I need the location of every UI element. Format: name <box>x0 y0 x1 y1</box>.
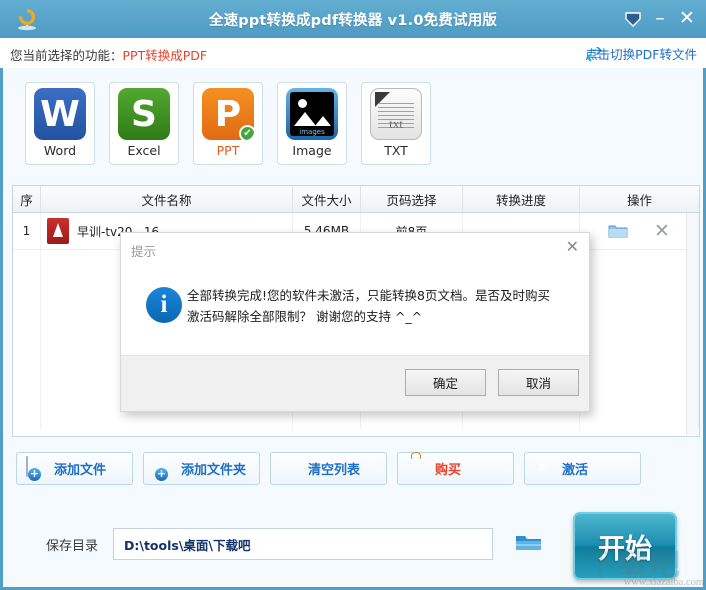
column-header-pages: 页码选择 <box>361 186 463 212</box>
column-header-actions: 操作 <box>626 192 652 208</box>
buy-button[interactable]: 购买 <box>397 452 514 485</box>
format-label-txt: TXT <box>384 143 408 158</box>
action-button-bar: + 添加文件 + 添加文件夹 清空列表 购买 激活 <box>16 452 641 485</box>
pdf-file-icon <box>47 218 69 244</box>
activate-label: 激活 <box>562 462 589 477</box>
column-header-filesize: 文件大小 <box>293 186 361 212</box>
delete-x-icon[interactable]: ✕ <box>654 222 670 241</box>
format-button-excel[interactable]: S Excel <box>109 82 179 165</box>
txt-icon: txt <box>370 88 422 140</box>
image-thumb: images <box>290 92 334 136</box>
dialog-ok-button[interactable]: 确定 <box>405 369 486 396</box>
excel-glyph: S <box>131 93 157 135</box>
excel-icon: S <box>118 88 170 140</box>
dialog-message: 全部转换完成!您的软件未激活，只能转换8页文档。是否及时购买激活码解除全部限制？… <box>187 288 550 324</box>
title-bar: 全速ppt转换成pdf转换器 v1.0免费试用版 – ✕ <box>0 0 706 39</box>
arrow-circle-icon <box>534 457 556 481</box>
switch-mode-link[interactable]: 点击切换PDF转文件 <box>585 44 697 63</box>
browse-folder-icon[interactable] <box>515 532 542 554</box>
sub-header: 您当前选择的功能：PPT转换成PDF 点击切换PDF转文件 <box>0 38 706 68</box>
format-button-word[interactable]: W Word <box>25 82 95 165</box>
add-file-icon: + <box>26 455 48 481</box>
format-label-image: Image <box>292 143 332 158</box>
activate-button[interactable]: 激活 <box>524 452 641 485</box>
table-header-row: 序 文件名称 文件大小 页码选择 转换进度 操作 <box>13 186 699 213</box>
info-circle-icon: i <box>146 287 182 323</box>
cell-actions: ✕ <box>580 213 699 249</box>
clear-list-label: 清空列表 <box>308 462 361 477</box>
column-header-filename: 文件名称 <box>41 186 293 212</box>
add-file-button[interactable]: + 添加文件 <box>16 452 133 485</box>
dialog-title: 提示 <box>131 244 157 259</box>
current-function-value: PPT转换成PDF <box>122 48 208 63</box>
dialog-cancel-button[interactable]: 取消 <box>498 369 579 396</box>
dialog-footer: 确定 取消 <box>121 355 589 411</box>
column-header-progress: 转换进度 <box>463 186 580 212</box>
image-icon: images <box>286 88 338 140</box>
buy-label: 购买 <box>435 462 462 477</box>
selected-check-icon: ✔ <box>239 125 254 140</box>
open-folder-icon[interactable] <box>608 223 628 239</box>
minimize-to-tray-button[interactable] <box>622 8 644 30</box>
save-directory-label: 保存目录 <box>46 539 99 554</box>
table-scrollbar[interactable] <box>686 213 698 435</box>
format-button-image[interactable]: images Image <box>277 82 347 165</box>
image-sun-shape <box>298 99 307 108</box>
txt-inner-label: txt <box>389 116 403 131</box>
image-hill-shape <box>294 112 316 126</box>
shopping-bag-icon <box>407 457 429 481</box>
prompt-dialog: 提示 ✕ i 全部转换完成!您的软件未激活，只能转换8页文档。是否及时购买激活码… <box>120 232 590 412</box>
add-folder-button[interactable]: + 添加文件夹 <box>143 452 260 485</box>
close-button[interactable]: ✕ <box>676 8 698 30</box>
current-function-label: 您当前选择的功能：PPT转换成PDF <box>10 45 207 64</box>
format-button-ppt[interactable]: P ✔ PPT <box>193 82 263 165</box>
trash-bin-icon <box>280 457 302 481</box>
save-directory-input[interactable]: D:\tools\桌面\下载吧 <box>113 528 493 560</box>
dialog-close-button[interactable]: ✕ <box>566 239 579 255</box>
format-label-excel: Excel <box>127 143 161 158</box>
cell-index: 1 <box>13 213 41 249</box>
format-label-ppt: PPT <box>216 143 240 158</box>
minimize-button[interactable]: – <box>650 8 670 30</box>
ppt-icon: P ✔ <box>202 88 254 140</box>
column-header-index: 序 <box>13 186 41 212</box>
add-folder-icon: + <box>155 466 168 481</box>
word-glyph: W <box>40 93 80 135</box>
clear-list-button[interactable]: 清空列表 <box>270 452 387 485</box>
format-label-word: Word <box>43 143 77 158</box>
add-folder-label: 添加文件夹 <box>181 462 247 477</box>
image-hill2-shape <box>315 116 331 126</box>
application-window: 全速ppt转换成pdf转换器 v1.0免费试用版 – ✕ 您当前选择的功能：PP… <box>0 0 706 590</box>
start-button[interactable]: 开始 <box>573 512 677 580</box>
add-file-label: 添加文件 <box>54 462 107 477</box>
word-icon: W <box>34 88 86 140</box>
current-function-text: 您当前选择的功能： <box>10 48 123 63</box>
format-button-txt[interactable]: txt TXT <box>361 82 431 165</box>
format-selector: W Word S Excel P ✔ PPT images Image txt … <box>25 82 431 165</box>
save-directory-bar: 保存目录 D:\tools\桌面\下载吧 开始 <box>3 508 703 584</box>
window-title: 全速ppt转换成pdf转换器 v1.0免费试用版 <box>208 13 498 29</box>
image-inner-label: images <box>299 128 325 136</box>
